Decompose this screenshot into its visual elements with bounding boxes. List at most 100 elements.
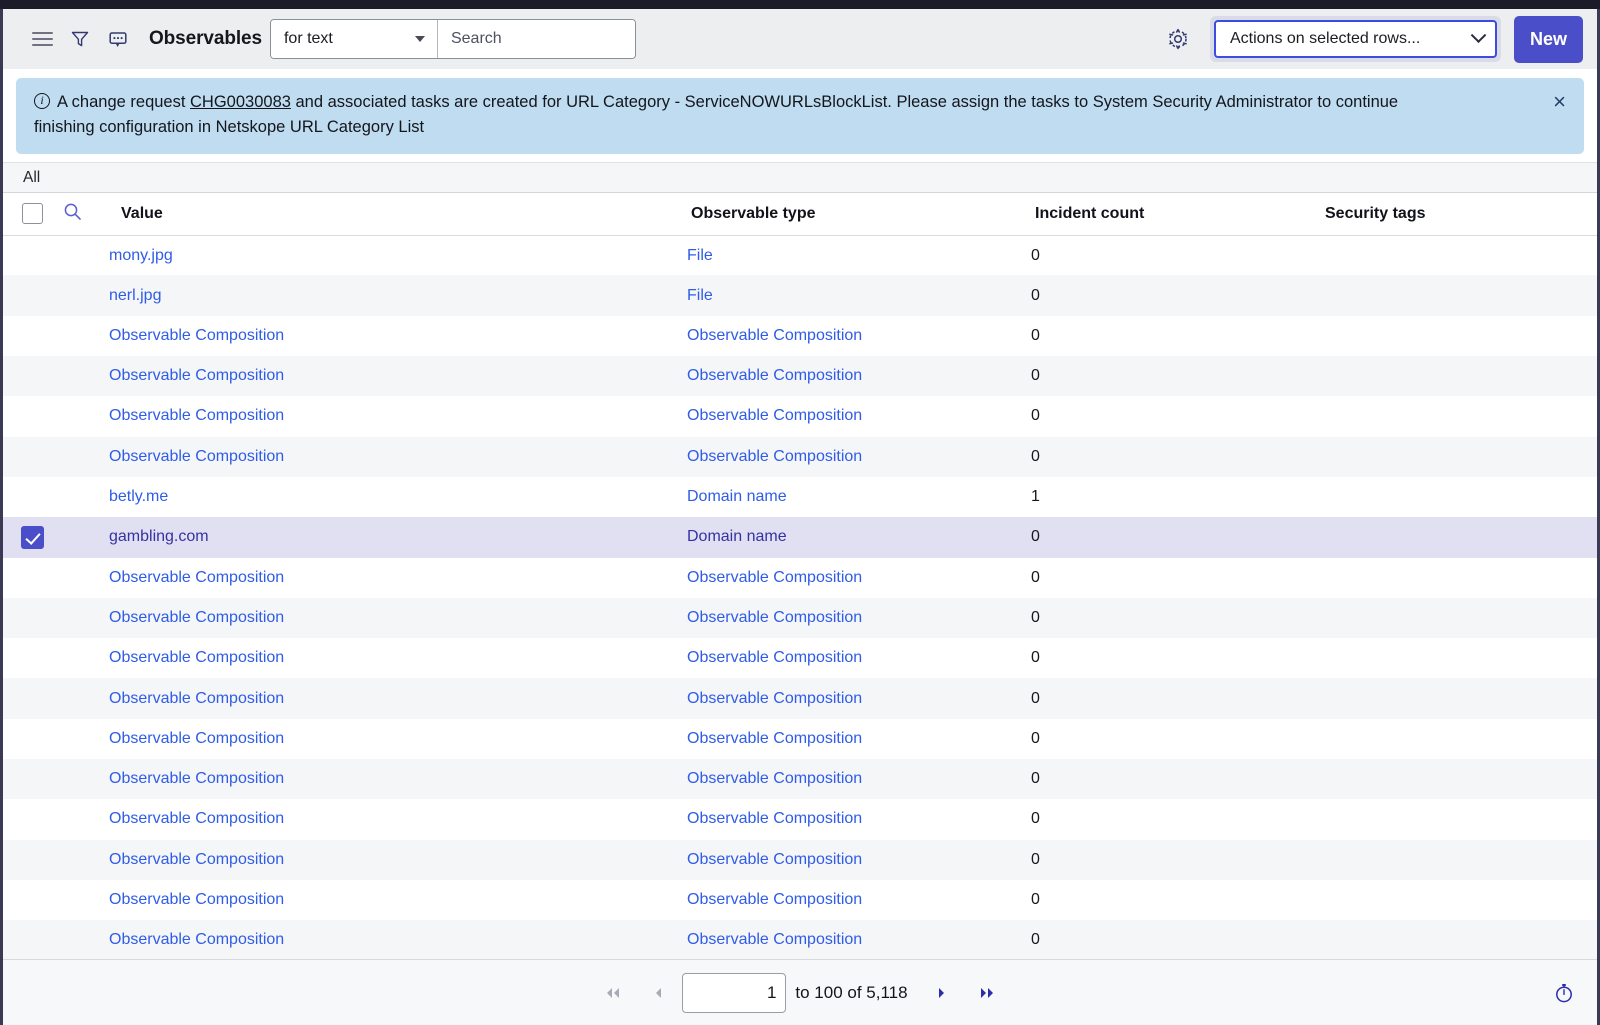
table-row[interactable]: betly.me Domain name 1 bbox=[3, 477, 1597, 517]
row-observable-type-link[interactable]: Observable Composition bbox=[687, 891, 862, 908]
row-value-link-cell: nerl.jpg bbox=[109, 275, 687, 315]
table-row[interactable]: Observable Composition Observable Composi… bbox=[3, 597, 1597, 639]
search-input[interactable] bbox=[437, 20, 635, 58]
gear-icon[interactable] bbox=[1158, 19, 1198, 59]
row-observable-type-link[interactable]: Observable Composition bbox=[687, 730, 862, 747]
table-row[interactable]: Observable Composition Observable Composi… bbox=[3, 759, 1597, 800]
column-header-value[interactable]: Value bbox=[109, 193, 687, 236]
row-gutter-cell bbox=[61, 517, 109, 557]
table-row[interactable]: Observable Composition Observable Composi… bbox=[3, 558, 1597, 598]
table-row[interactable]: gambling.com Domain name 0 bbox=[3, 517, 1597, 558]
row-value-link[interactable]: Observable Composition bbox=[109, 367, 284, 384]
filter-funnel-icon[interactable] bbox=[61, 20, 99, 58]
actions-select-label: Actions on selected rows... bbox=[1229, 30, 1421, 47]
table-row[interactable]: Observable Composition Observable Composi… bbox=[3, 638, 1597, 678]
comment-bubble-icon[interactable] bbox=[99, 20, 137, 58]
row-incident-count: 0 bbox=[1031, 770, 1040, 788]
row-observable-type-link[interactable]: File bbox=[687, 287, 713, 304]
close-icon[interactable]: × bbox=[1553, 91, 1566, 113]
row-observable-type-link[interactable]: Observable Composition bbox=[687, 367, 862, 384]
row-observable-type-link[interactable]: Domain name bbox=[687, 488, 787, 505]
hamburger-menu-icon[interactable] bbox=[23, 20, 61, 58]
row-value-link[interactable]: Observable Composition bbox=[109, 770, 284, 787]
row-gutter-cell bbox=[61, 840, 109, 880]
change-request-link[interactable]: CHG0030083 bbox=[190, 93, 291, 111]
tab-all[interactable]: All bbox=[23, 169, 40, 187]
row-value-link[interactable]: gambling.com bbox=[109, 528, 209, 545]
row-value-link[interactable]: mony.jpg bbox=[109, 247, 173, 264]
row-observable-type-link[interactable]: File bbox=[687, 247, 713, 264]
last-page-icon[interactable] bbox=[964, 973, 1010, 1013]
row-observable-type-link[interactable]: Observable Composition bbox=[687, 649, 862, 666]
row-value-link[interactable]: Observable Composition bbox=[109, 891, 284, 908]
row-select-cell bbox=[3, 799, 61, 839]
row-observable-type-link-cell: Observable Composition bbox=[687, 437, 1031, 477]
row-observable-type-link[interactable]: Observable Composition bbox=[687, 569, 862, 586]
row-value-link[interactable]: Observable Composition bbox=[109, 690, 284, 707]
row-value-link[interactable]: Observable Composition bbox=[109, 609, 284, 626]
search-scope-select[interactable]: for text bbox=[270, 20, 438, 58]
stopwatch-icon[interactable] bbox=[1553, 982, 1575, 1004]
select-all-checkbox[interactable] bbox=[21, 203, 43, 225]
table-row[interactable]: nerl.jpg File 0 bbox=[3, 275, 1597, 316]
actions-on-selected-rows-select[interactable]: Actions on selected rows... bbox=[1213, 20, 1497, 58]
row-observable-type-link[interactable]: Observable Composition bbox=[687, 407, 862, 424]
next-page-icon[interactable] bbox=[918, 973, 964, 1013]
table-row[interactable]: Observable Composition Observable Composi… bbox=[3, 396, 1597, 436]
row-value-link[interactable]: Observable Composition bbox=[109, 931, 284, 948]
row-observable-type-link[interactable]: Observable Composition bbox=[687, 810, 862, 827]
table-row[interactable]: Observable Composition Observable Composi… bbox=[3, 920, 1597, 959]
row-value-link[interactable]: betly.me bbox=[109, 488, 168, 505]
row-select-cell bbox=[3, 638, 61, 678]
row-value-link[interactable]: Observable Composition bbox=[109, 448, 284, 465]
column-header-incident-count[interactable]: Incident count bbox=[1031, 193, 1319, 236]
page-number-input[interactable] bbox=[682, 972, 787, 1013]
search-icon[interactable] bbox=[63, 202, 82, 226]
row-select-cell bbox=[3, 477, 61, 517]
row-security-tags-cell bbox=[1319, 638, 1597, 678]
row-observable-type-link[interactable]: Observable Composition bbox=[687, 851, 862, 868]
column-header-observable-type[interactable]: Observable type bbox=[687, 193, 1031, 236]
previous-page-icon[interactable] bbox=[636, 973, 682, 1013]
row-observable-type-link[interactable]: Observable Composition bbox=[687, 609, 862, 626]
row-observable-type-link[interactable]: Observable Composition bbox=[687, 327, 862, 344]
table-row[interactable]: Observable Composition Observable Composi… bbox=[3, 678, 1597, 719]
table-row[interactable]: Observable Composition Observable Composi… bbox=[3, 799, 1597, 839]
row-value-link[interactable]: Observable Composition bbox=[109, 810, 284, 827]
row-incident-count-cell: 1 bbox=[1031, 477, 1319, 517]
table-row[interactable]: Observable Composition Observable Composi… bbox=[3, 316, 1597, 356]
table-row[interactable]: Observable Composition Observable Composi… bbox=[3, 880, 1597, 920]
row-value-link[interactable]: Observable Composition bbox=[109, 730, 284, 747]
row-value-link-cell: Observable Composition bbox=[109, 799, 687, 839]
row-incident-count-cell: 0 bbox=[1031, 235, 1319, 275]
row-observable-type-link[interactable]: Observable Composition bbox=[687, 770, 862, 787]
row-observable-type-link-cell: Observable Composition bbox=[687, 719, 1031, 759]
row-observable-type-link[interactable]: Domain name bbox=[687, 528, 787, 545]
row-value-link[interactable]: Observable Composition bbox=[109, 569, 284, 586]
row-observable-type-link[interactable]: Observable Composition bbox=[687, 931, 862, 948]
new-button[interactable]: New bbox=[1513, 15, 1583, 63]
table-row[interactable]: mony.jpg File 0 bbox=[3, 235, 1597, 275]
row-observable-type-link[interactable]: Observable Composition bbox=[687, 690, 862, 707]
row-select-cell bbox=[3, 235, 61, 275]
first-page-icon[interactable] bbox=[590, 973, 636, 1013]
table-row[interactable]: Observable Composition Observable Composi… bbox=[3, 839, 1597, 880]
table-row[interactable]: Observable Composition Observable Composi… bbox=[3, 356, 1597, 397]
row-incident-count: 0 bbox=[1031, 246, 1040, 264]
row-select-cell bbox=[3, 437, 61, 477]
table-row[interactable]: Observable Composition Observable Composi… bbox=[3, 436, 1597, 477]
row-observable-type-link[interactable]: Observable Composition bbox=[687, 448, 862, 465]
row-security-tags-cell bbox=[1319, 356, 1597, 396]
column-header-security-tags[interactable]: Security tags bbox=[1319, 193, 1597, 236]
row-value-link[interactable]: Observable Composition bbox=[109, 327, 284, 344]
row-value-link[interactable]: Observable Composition bbox=[109, 851, 284, 868]
row-checkbox-checked[interactable] bbox=[20, 525, 44, 549]
table-row[interactable]: Observable Composition Observable Composi… bbox=[3, 719, 1597, 759]
row-incident-count: 0 bbox=[1031, 810, 1040, 828]
row-incident-count-cell: 0 bbox=[1031, 920, 1319, 959]
row-value-link[interactable]: nerl.jpg bbox=[109, 287, 161, 304]
row-value-link[interactable]: Observable Composition bbox=[109, 649, 284, 666]
row-value-link[interactable]: Observable Composition bbox=[109, 407, 284, 424]
row-security-tags-cell bbox=[1319, 477, 1597, 517]
row-value-link-cell: mony.jpg bbox=[109, 235, 687, 275]
